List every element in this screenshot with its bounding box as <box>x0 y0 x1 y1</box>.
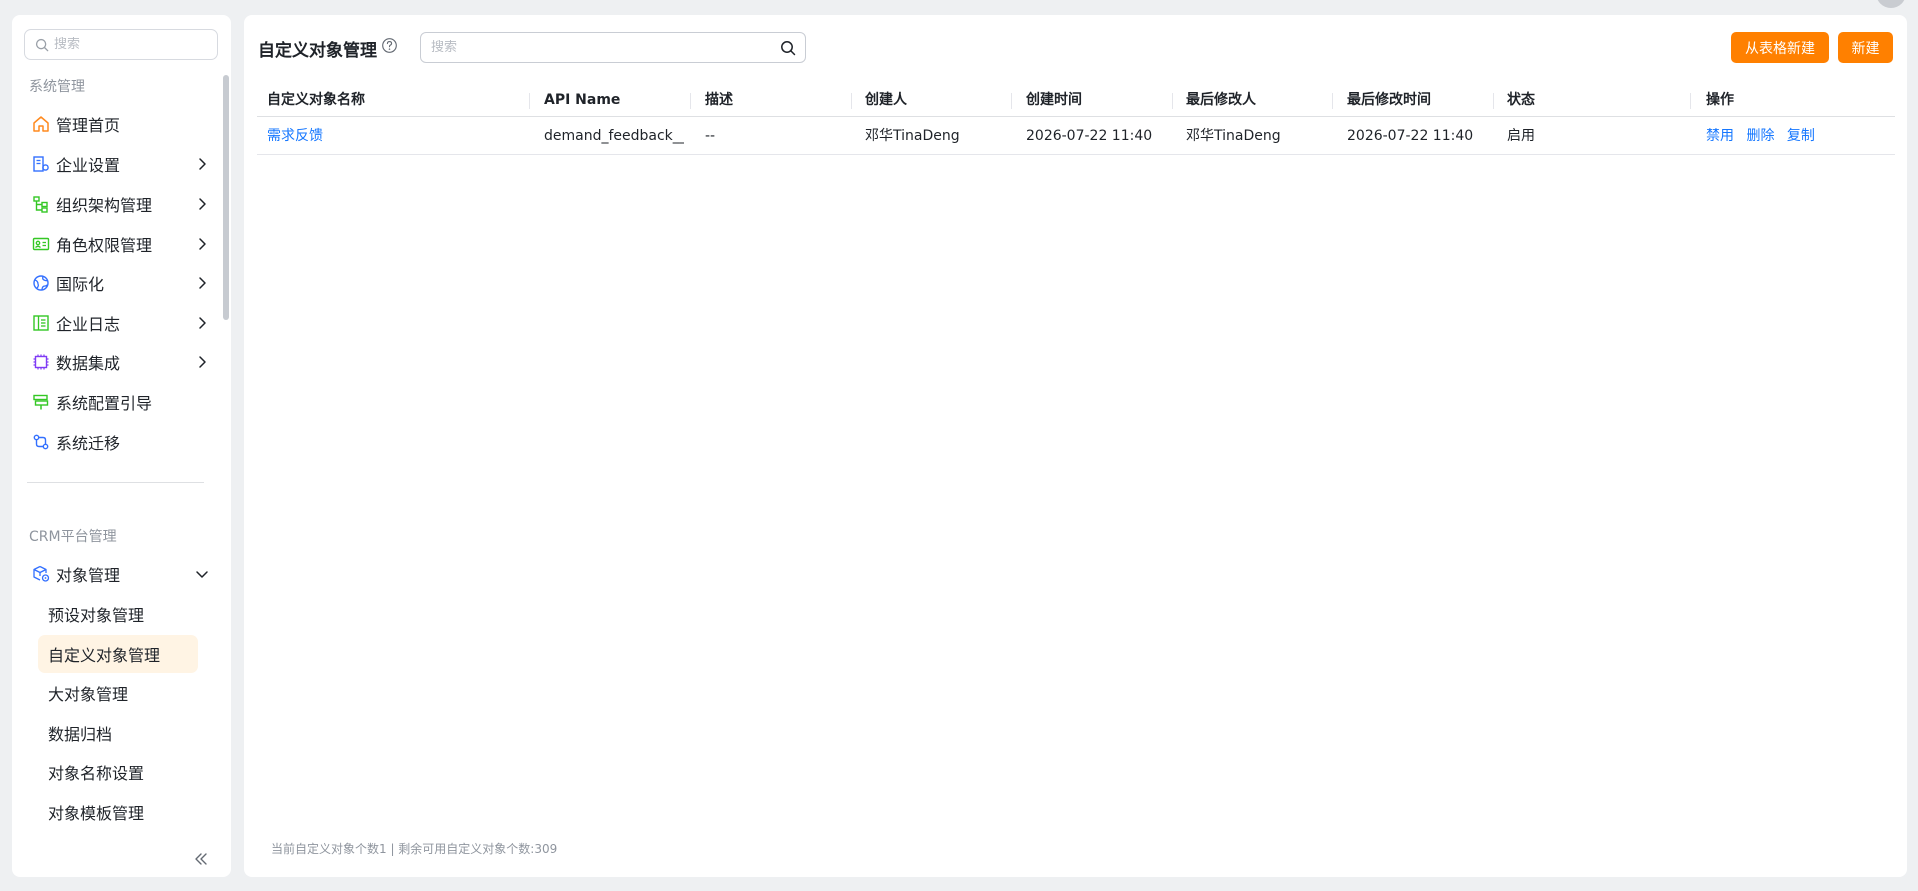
chevron-down-icon <box>196 571 208 578</box>
object-modifier: 邓华TinaDeng <box>1186 128 1281 144</box>
sidebar-item-role-permission[interactable]: 角色权限管理 <box>32 227 212 261</box>
new-object-button[interactable]: 新建 <box>1838 32 1893 63</box>
column-header-api-name: API Name <box>544 92 621 108</box>
group-title-crm: CRM平台管理 <box>29 529 117 545</box>
column-separator[interactable] <box>690 93 691 109</box>
sidebar: 系统管理 管理首页 企业设置 组织架构管理 角色权限管理 国际化 企业日志 数据… <box>12 15 231 877</box>
object-api-name: demand_feedback__c <box>544 128 684 144</box>
column-header-created-at: 创建时间 <box>1026 92 1082 108</box>
delete-action[interactable]: 删除 <box>1746 128 1774 144</box>
object-modified-at: 2026-07-22 11:40 <box>1347 128 1474 144</box>
sidebar-search-input[interactable] <box>54 37 204 52</box>
sidebar-item-label: 管理首页 <box>56 116 121 135</box>
sidebar-item-label: 组织架构管理 <box>56 196 153 215</box>
column-header-name: 自定义对象名称 <box>267 92 365 108</box>
sidebar-item-org-structure[interactable]: 组织架构管理 <box>32 187 212 221</box>
column-header-modifier: 最后修改人 <box>1186 92 1256 108</box>
column-header-status: 状态 <box>1507 92 1535 108</box>
avatar[interactable] <box>1876 0 1906 8</box>
copy-action[interactable]: 复制 <box>1787 128 1815 144</box>
object-status: 启用 <box>1507 128 1535 144</box>
object-creator: 邓华TinaDeng <box>865 128 960 144</box>
object-description: -- <box>705 128 716 144</box>
table-row: 需求反馈 demand_feedback__c -- 邓华TinaDeng 20… <box>257 117 1895 155</box>
column-separator[interactable] <box>851 93 852 109</box>
page-title: 自定义对象管理 <box>258 41 377 61</box>
sidebar-item-label: 系统迁移 <box>56 434 121 453</box>
sidebar-subitem-custom-objects[interactable]: 自定义对象管理 <box>38 635 198 673</box>
column-separator[interactable] <box>1172 93 1173 109</box>
sidebar-item-data-integration[interactable]: 数据集成 <box>32 345 212 379</box>
sidebar-item-label: 系统配置引导 <box>56 394 153 413</box>
chevron-right-icon <box>199 277 206 289</box>
sidebar-item-i18n[interactable]: 国际化 <box>32 266 212 300</box>
column-separator[interactable] <box>1690 93 1691 109</box>
sidebar-item-label: 角色权限管理 <box>56 236 153 255</box>
column-separator[interactable] <box>1011 93 1012 109</box>
chevron-right-icon <box>199 356 206 368</box>
sidebar-divider <box>27 482 204 483</box>
sidebar-search[interactable] <box>24 29 218 60</box>
sidebar-item-enterprise-settings[interactable]: 企业设置 <box>32 147 212 181</box>
custom-objects-table: 自定义对象名称 API Name 描述 创建人 创建时间 最后修改人 最后修改时… <box>257 83 1895 155</box>
migration-icon <box>33 434 49 450</box>
sidebar-subitem-object-name-settings[interactable]: 对象名称设置 <box>38 753 198 791</box>
new-from-table-button[interactable]: 从表格新建 <box>1731 32 1829 63</box>
column-header-creator: 创建人 <box>865 92 907 108</box>
home-icon <box>33 116 49 132</box>
search-icon[interactable] <box>780 40 796 56</box>
sidebar-item-label: 企业设置 <box>56 156 121 175</box>
table-header: 自定义对象名称 API Name 描述 创建人 创建时间 最后修改人 最后修改时… <box>257 83 1895 117</box>
enterprise-settings-icon <box>33 156 49 172</box>
object-name-link[interactable]: 需求反馈 <box>267 117 517 155</box>
disable-action[interactable]: 禁用 <box>1706 128 1734 144</box>
chevron-right-icon <box>199 158 206 170</box>
object-created-at: 2026-07-22 11:40 <box>1026 128 1153 144</box>
object-search[interactable] <box>420 32 806 63</box>
main-panel: 自定义对象管理 从表格新建 新建 自定义对象名称 API Name 描述 创建人… <box>244 15 1907 877</box>
column-header-description: 描述 <box>705 92 733 108</box>
column-separator[interactable] <box>1493 93 1494 109</box>
column-header-actions: 操作 <box>1706 92 1734 108</box>
sidebar-item-label: 数据集成 <box>56 354 121 373</box>
sidebar-item-label: 企业日志 <box>56 315 121 334</box>
sidebar-item-config-guide[interactable]: 系统配置引导 <box>32 385 212 419</box>
sidebar-item-label: 对象管理 <box>56 566 121 585</box>
chip-icon <box>33 354 49 370</box>
sidebar-item-migration[interactable]: 系统迁移 <box>32 425 212 459</box>
globe-icon <box>33 275 49 291</box>
help-icon[interactable] <box>381 37 398 54</box>
row-actions: 禁用 删除 复制 <box>1706 117 1823 155</box>
sidebar-subitem-big-objects[interactable]: 大对象管理 <box>38 674 198 712</box>
sidebar-scrollbar[interactable] <box>223 75 229 320</box>
column-separator[interactable] <box>529 93 530 109</box>
object-search-input[interactable] <box>431 40 771 55</box>
object-count-info: 当前自定义对象个数1 | 剩余可用自定义对象个数:309 <box>271 842 558 856</box>
sidebar-subitem-preset-objects[interactable]: 预设对象管理 <box>38 595 198 633</box>
sidebar-item-home[interactable]: 管理首页 <box>32 107 212 141</box>
search-icon <box>35 38 49 51</box>
role-permission-icon <box>32 237 50 251</box>
sidebar-item-enterprise-log[interactable]: 企业日志 <box>32 306 212 340</box>
column-header-modified-at: 最后修改时间 <box>1347 92 1431 108</box>
log-icon <box>33 315 49 331</box>
chevron-right-icon <box>199 198 206 210</box>
object-cube-icon <box>33 565 50 582</box>
column-separator[interactable] <box>1332 93 1333 109</box>
chevron-right-icon <box>199 317 206 329</box>
group-title-system: 系统管理 <box>29 79 85 95</box>
sidebar-subitem-data-archive[interactable]: 数据归档 <box>38 714 198 752</box>
sidebar-item-object-mgmt[interactable]: 对象管理 <box>32 557 212 591</box>
chevron-right-icon <box>199 238 206 250</box>
collapse-sidebar-icon[interactable] <box>193 851 209 867</box>
org-structure-icon <box>33 196 48 213</box>
sidebar-subitem-object-templates[interactable]: 对象模板管理 <box>38 793 198 831</box>
sidebar-item-label: 国际化 <box>56 275 105 294</box>
signpost-icon <box>33 394 49 410</box>
